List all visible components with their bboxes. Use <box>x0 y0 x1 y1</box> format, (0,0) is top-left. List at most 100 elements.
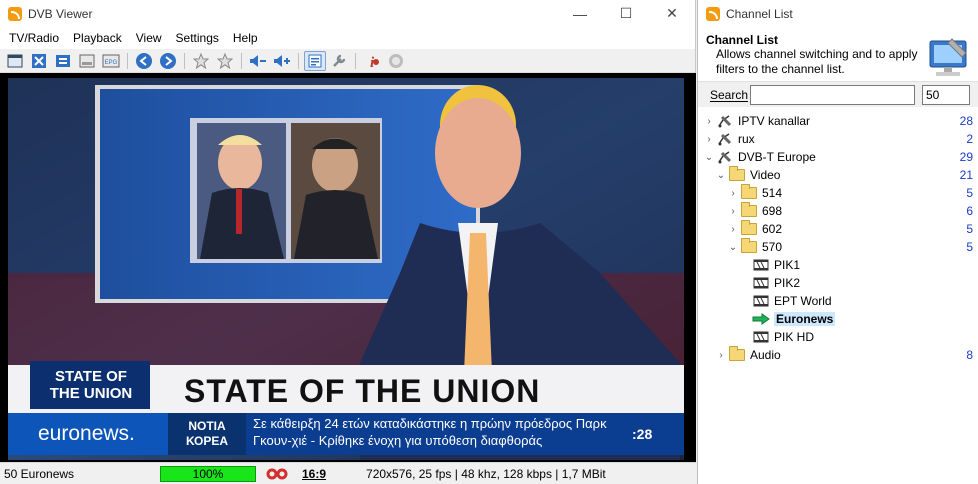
side-titlebar[interactable]: Channel List <box>698 0 978 27</box>
volume-down-icon <box>250 54 266 67</box>
tree-folder[interactable]: › 602 5 <box>698 220 978 238</box>
status-channel: 50 Euronews <box>4 466 75 481</box>
tree-channel[interactable]: PIK1 <box>698 256 978 274</box>
record-button[interactable] <box>385 51 407 71</box>
window-mode-icon <box>7 54 23 67</box>
folder-icon <box>741 238 757 253</box>
favorite-button[interactable] <box>190 51 212 71</box>
tree-expander-icon[interactable]: › <box>728 224 738 235</box>
program-banner-title: STATE OF THE UNION <box>184 373 541 409</box>
side-header: Channel List Allows channel switching an… <box>698 27 978 81</box>
tree-expander-icon[interactable]: › <box>716 350 726 361</box>
channel-list-window: Channel List Channel List Allows channel… <box>697 0 978 484</box>
ticker-clock: :28 <box>632 426 653 442</box>
show-logo-line2: THE UNION <box>49 385 133 402</box>
epg-button[interactable]: EPG <box>100 51 122 71</box>
tree-expander-icon[interactable]: ⌄ <box>716 170 726 181</box>
tree-folder[interactable]: › Audio 8 <box>698 346 978 364</box>
tree-item-count: 5 <box>966 186 973 200</box>
display-mode-button[interactable] <box>4 51 26 71</box>
toolbar-separator <box>241 52 242 69</box>
tree-folder[interactable]: ⌄ 570 5 <box>698 238 978 256</box>
channel-list-button[interactable] <box>304 50 326 71</box>
folder-icon <box>741 184 757 199</box>
tree-item-label: 698 <box>762 204 783 218</box>
tree-source[interactable]: › rux 2 <box>698 130 978 148</box>
svg-text:EPG: EPG <box>105 60 118 66</box>
toolbar-separator <box>298 52 299 69</box>
satellite-icon <box>718 151 732 164</box>
tree-expander-icon[interactable]: ⌄ <box>728 242 738 253</box>
folder-icon <box>741 202 757 217</box>
toolbar-separator <box>127 52 128 69</box>
tree-item-count: 5 <box>966 240 973 254</box>
volume-down-button[interactable] <box>247 51 269 71</box>
minimize-button[interactable]: — <box>557 0 603 27</box>
tree-item-icon <box>728 346 746 362</box>
tree-folder[interactable]: › 698 6 <box>698 202 978 220</box>
tree-channel[interactable]: Euronews <box>698 310 978 328</box>
menu-playback[interactable]: Playback <box>66 31 129 45</box>
forward-button[interactable] <box>157 51 179 71</box>
channel-number-input[interactable] <box>922 84 970 105</box>
tree-item-label: Audio <box>750 348 781 362</box>
tree-item-icon <box>716 114 734 128</box>
tree-channel[interactable]: PIK HD <box>698 328 978 346</box>
volume-up-button[interactable] <box>271 51 293 71</box>
osd-button[interactable] <box>76 51 98 71</box>
tree-expander-icon[interactable]: › <box>728 206 738 217</box>
signal-progress-label: 100% <box>192 466 224 481</box>
tree-item-label: DVB-T Europe <box>738 150 816 164</box>
osd-icon <box>79 54 95 67</box>
menu-settings[interactable]: Settings <box>169 31 226 45</box>
film-icon <box>753 259 769 271</box>
fullscreen-icon <box>32 53 46 68</box>
back-button[interactable] <box>133 51 155 71</box>
tree-channel[interactable]: EPT World <box>698 292 978 310</box>
channel-tree: › IPTV kanallar 28 › rux 2 ⌄ DVB-T Europe 29 ⌄ Vid… <box>698 112 978 364</box>
info-icon: i <box>370 55 379 69</box>
tree-source[interactable]: ⌄ DVB-T Europe 29 <box>698 148 978 166</box>
tree-folder[interactable]: › 514 5 <box>698 184 978 202</box>
signal-progress-bar: 100% <box>160 465 256 482</box>
rss-app-icon <box>8 6 22 21</box>
tree-item-label: 514 <box>762 186 783 200</box>
teletext-button[interactable] <box>52 51 74 71</box>
toolbar-separator <box>355 52 356 69</box>
tree-item-label: PIK HD <box>774 330 815 344</box>
tree-channel[interactable]: PIK2 <box>698 274 978 292</box>
tree-item-icon <box>740 238 758 254</box>
tree-item-icon <box>752 294 770 308</box>
tree-item-count: 2 <box>966 132 973 146</box>
info-button[interactable]: i <box>361 51 383 71</box>
star-list-icon <box>217 52 233 69</box>
tree-expander-icon[interactable]: ⌄ <box>704 152 714 163</box>
tree-source[interactable]: › IPTV kanallar 28 <box>698 112 978 130</box>
maximize-button[interactable]: ☐ <box>603 0 649 27</box>
menu-help[interactable]: Help <box>226 31 265 45</box>
epg-icon: EPG <box>102 54 120 67</box>
ticker-label-line2: ΚΟΡΕΑ <box>185 434 229 448</box>
search-label: Search <box>710 87 749 102</box>
tree-folder[interactable]: ⌄ Video 21 <box>698 166 978 184</box>
menu-view[interactable]: View <box>129 31 169 45</box>
aspect-ratio-toggle[interactable]: 16:9 <box>302 467 326 481</box>
tree-item-icon <box>752 312 770 326</box>
close-button[interactable]: ✕ <box>649 0 695 27</box>
tree-item-label: Euronews <box>774 312 836 326</box>
film-icon <box>753 295 769 307</box>
tree-expander-icon[interactable]: › <box>704 116 714 127</box>
tree-expander-icon[interactable]: › <box>728 188 738 199</box>
menu-tv-radio[interactable]: TV/Radio <box>2 31 66 45</box>
tree-item-icon <box>752 258 770 272</box>
search-input[interactable] <box>750 84 915 105</box>
favorite-list-button[interactable] <box>214 51 236 71</box>
video-area[interactable]: STATE OF THE UNION STATE OF THE UNION eu… <box>0 73 696 462</box>
film-icon <box>753 331 769 343</box>
fullscreen-button[interactable] <box>28 51 50 71</box>
tools-button[interactable] <box>328 51 350 71</box>
record-indicator-icon[interactable] <box>266 467 288 481</box>
main-titlebar[interactable]: DVB Viewer — ☐ ✕ <box>0 0 695 27</box>
tree-expander-icon[interactable]: › <box>704 134 714 145</box>
stream-info: 720x576, 25 fps | 48 khz, 128 kbps | 1,7… <box>366 466 606 481</box>
